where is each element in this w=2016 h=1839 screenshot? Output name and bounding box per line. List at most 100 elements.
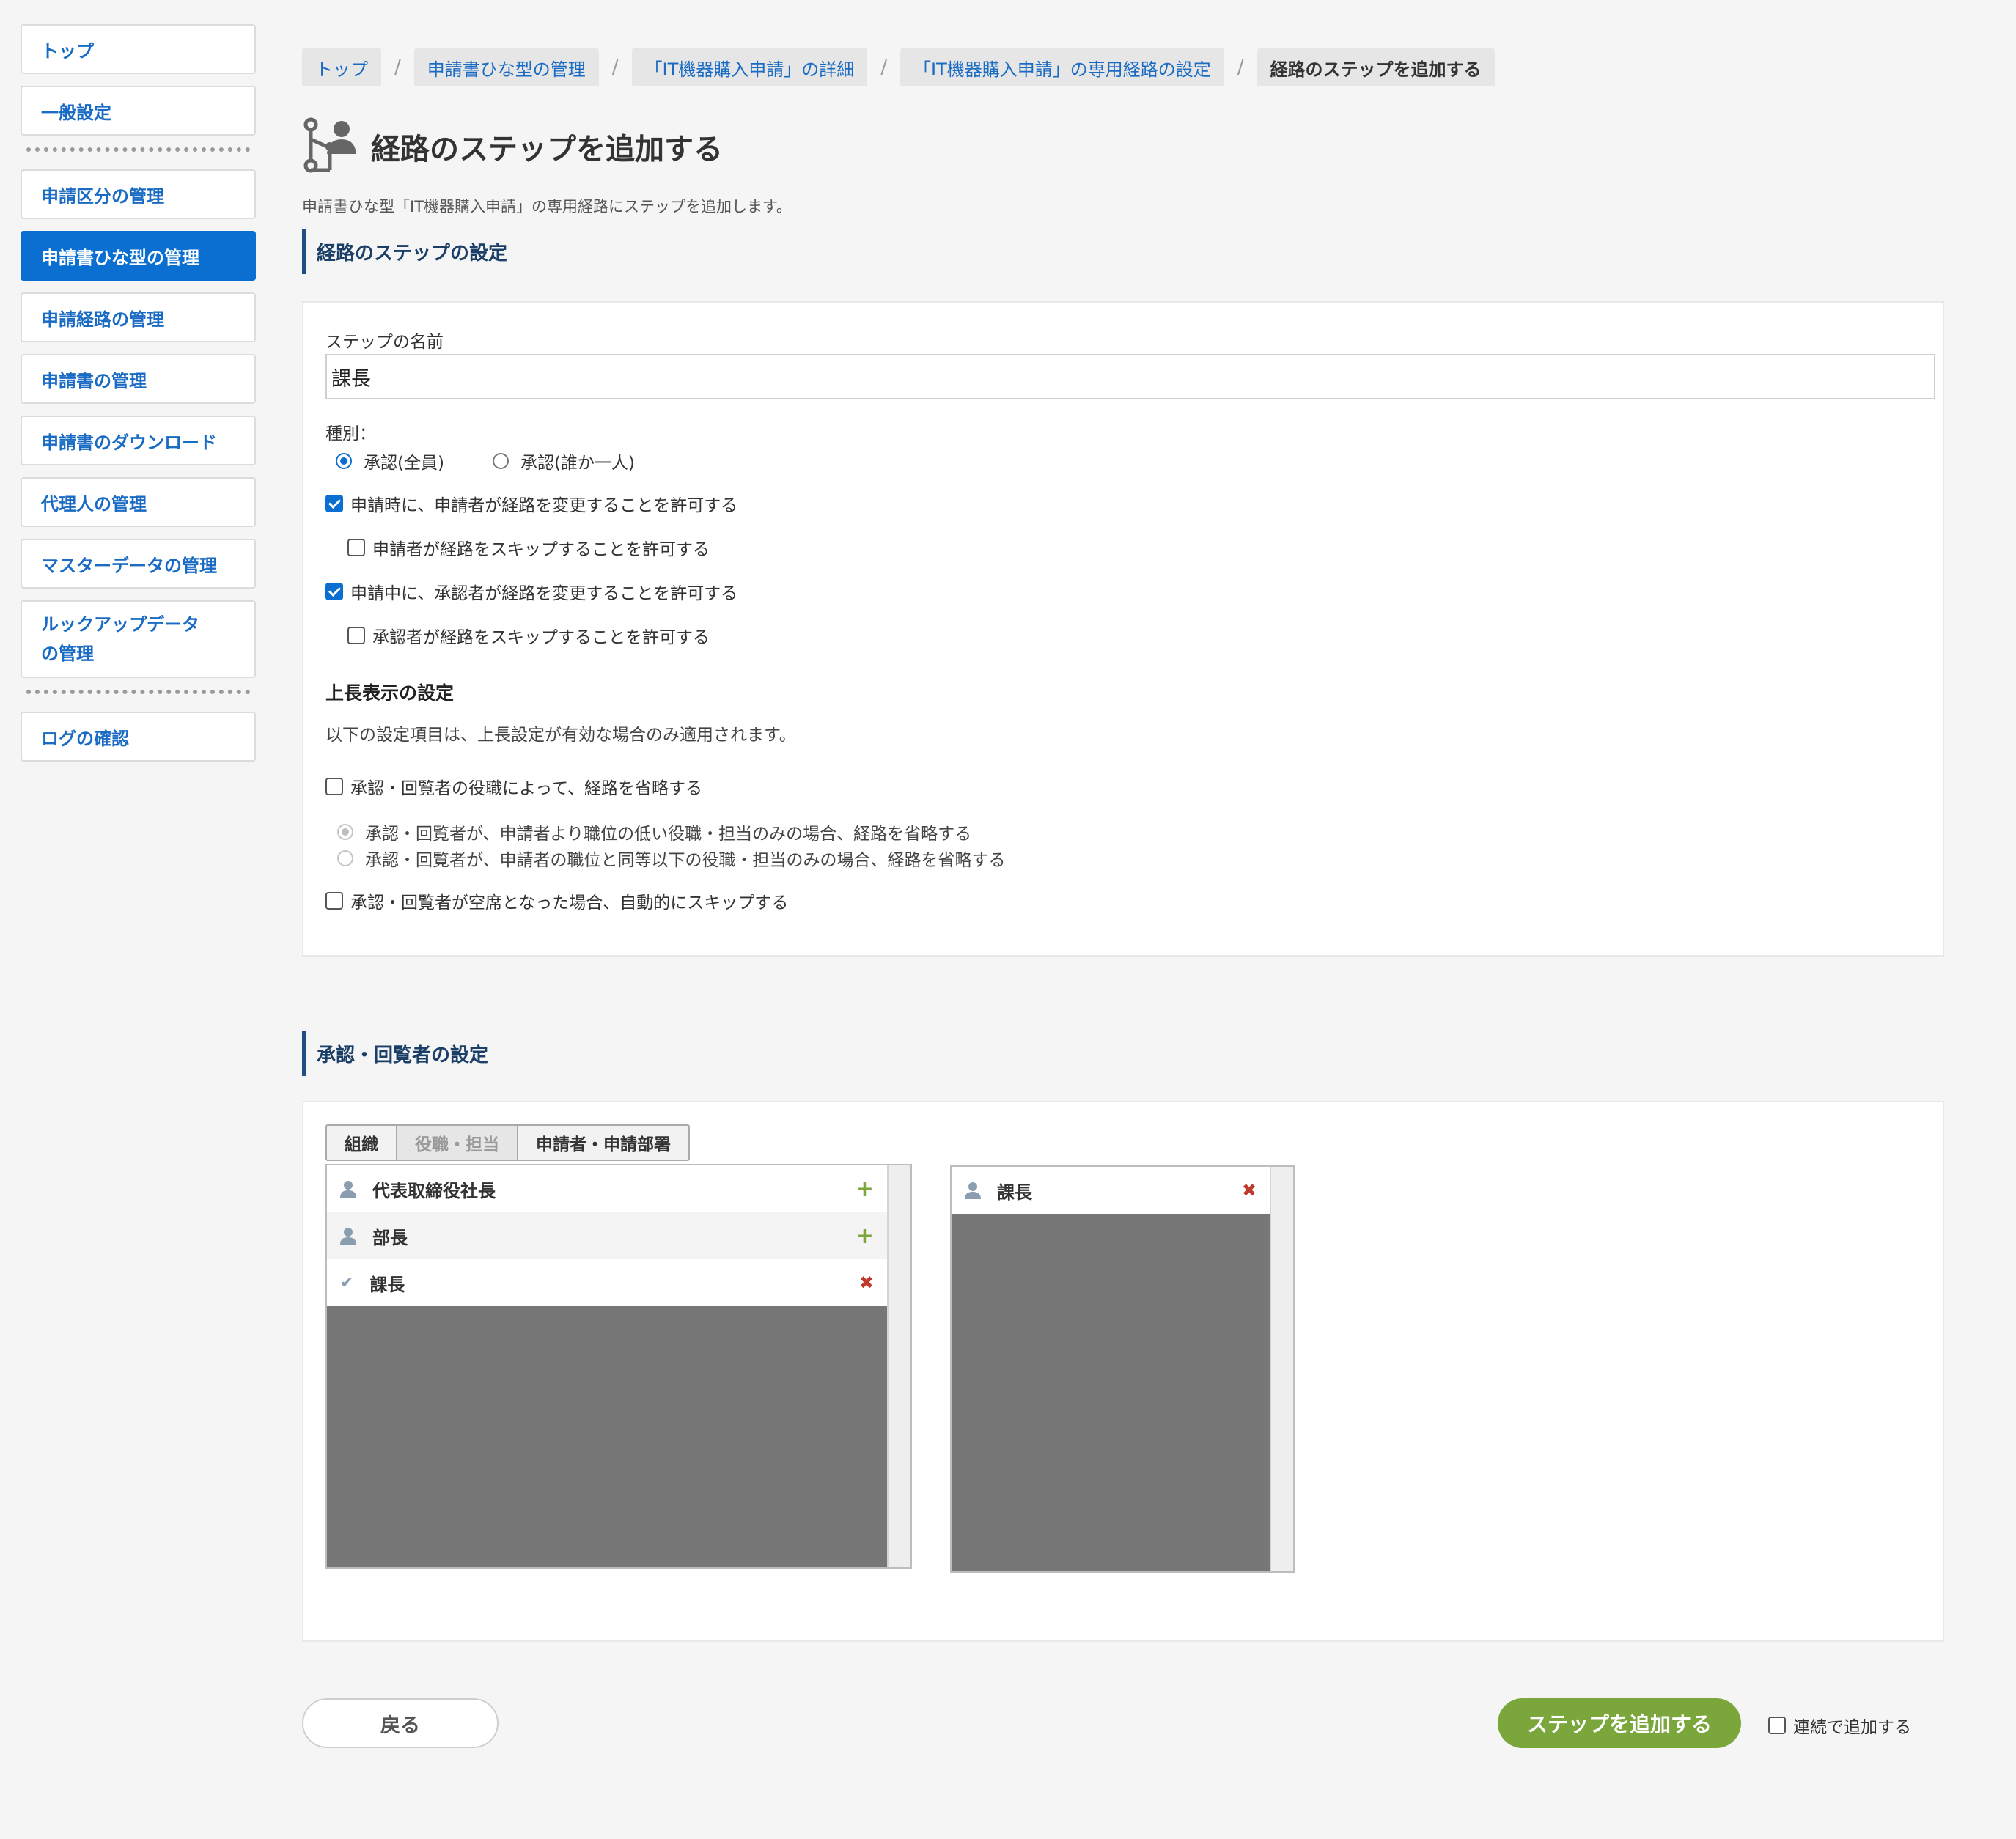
sidebar-item-master-data[interactable]: マスターデータの管理 bbox=[21, 539, 256, 589]
add-icon[interactable]: + bbox=[856, 1223, 874, 1249]
person-icon bbox=[340, 1228, 356, 1245]
selected-label: 課長 bbox=[997, 1182, 1032, 1203]
breadcrumb-item-templates[interactable]: 申請書ひな型の管理 bbox=[413, 48, 599, 86]
candidate-label: 代表取締役社長 bbox=[372, 1180, 496, 1201]
permission-applicant-skip-row: 申請者が経路をスキップすることを許可する bbox=[347, 535, 710, 560]
candidate-label: 課長 bbox=[369, 1274, 405, 1295]
permission-approver-skip-row: 承認者が経路をスキップすることを許可する bbox=[347, 623, 710, 648]
superior-settings-heading: 上長表示の設定 bbox=[325, 682, 455, 704]
breadcrumb-separator: / bbox=[611, 56, 619, 78]
remove-icon[interactable]: ✖ bbox=[859, 1272, 874, 1293]
auto-skip-row: 承認・回覧者が空席となった場合、自動的にスキップする bbox=[325, 888, 788, 913]
sidebar-item-label: 一般設定 bbox=[41, 102, 111, 123]
candidate-item[interactable]: 代表取締役社長 + bbox=[327, 1165, 887, 1212]
step-name-label: ステップの名前 bbox=[325, 333, 444, 352]
type-radio-all-label: 承認(全員) bbox=[364, 454, 444, 473]
tab-positions[interactable]: 役職・担当 bbox=[397, 1126, 518, 1160]
approver-settings-panel: 組織 役職・担当 申請者・申請部署 代表取締役社長 + 部長 + ✔ 課長 ✖ … bbox=[302, 1101, 1944, 1642]
auto-skip-label: 承認・回覧者が空席となった場合、自動的にスキップする bbox=[350, 893, 789, 913]
main-content: トップ / 申請書ひな型の管理 / 「IT機器購入申請」の詳細 / 「IT機器購… bbox=[302, 48, 1944, 1642]
omit-lower-label: 承認・回覧者が、申請者より職位の低い役職・担当のみの場合、経路を省略する bbox=[365, 825, 972, 844]
step-settings-panel: ステップの名前 課長 種別： 承認(全員) 承認(誰か一人) 申請時に、申請者が… bbox=[302, 301, 1944, 957]
step-name-input[interactable]: 課長 bbox=[325, 354, 1935, 399]
type-radio-all[interactable] bbox=[336, 453, 352, 469]
breadcrumb-item-current: 経路のステップを追加する bbox=[1257, 48, 1495, 86]
sidebar-item-label: 申請書ひな型の管理 bbox=[41, 247, 199, 268]
type-radio-any[interactable] bbox=[492, 453, 509, 469]
breadcrumb-separator: / bbox=[880, 56, 888, 78]
omit-by-position-label: 承認・回覧者の役職によって、経路を省略する bbox=[350, 779, 703, 798]
applicant-skip-checkbox[interactable] bbox=[347, 539, 365, 556]
approver-skip-checkbox[interactable] bbox=[347, 627, 365, 644]
sidebar-item-label: 申請区分の管理 bbox=[41, 185, 164, 207]
continuous-add-checkbox[interactable] bbox=[1768, 1717, 1786, 1734]
sidebar-item-label: 申請書の管理 bbox=[41, 370, 147, 391]
omit-equal-radio[interactable] bbox=[337, 850, 353, 866]
sidebar-item-logs[interactable]: ログの確認 bbox=[21, 712, 256, 762]
continuous-add-row: 連続で追加する bbox=[1768, 1713, 1911, 1738]
applicant-skip-label: 申請者が経路をスキップすることを許可する bbox=[372, 540, 710, 559]
candidate-list-scrollbar[interactable] bbox=[887, 1165, 910, 1567]
selected-list[interactable]: 課長 ✖ bbox=[950, 1165, 1295, 1573]
page-header: 経路のステップを追加する bbox=[302, 117, 1944, 176]
check-icon: ✔ bbox=[340, 1273, 354, 1292]
sidebar-item-label: 申請書のダウンロード bbox=[41, 432, 217, 453]
add-icon[interactable]: + bbox=[856, 1176, 874, 1202]
sidebar-item-routes[interactable]: 申請経路の管理 bbox=[21, 292, 256, 342]
type-radio-any-label: 承認(誰か一人) bbox=[520, 454, 635, 473]
tab-organization[interactable]: 組織 bbox=[327, 1126, 397, 1160]
breadcrumb-item-route-settings[interactable]: 「IT機器購入申請」の専用経路の設定 bbox=[900, 48, 1224, 86]
back-button[interactable]: 戻る bbox=[302, 1698, 499, 1748]
page-description: 申請書ひな型「IT機器購入申請」の専用経路にステップを追加します。 bbox=[302, 198, 792, 215]
type-label: 種別： bbox=[325, 424, 376, 443]
type-radio-group: 承認(全員) 承認(誰か一人) bbox=[325, 449, 635, 473]
permission-approver-change-row: 申請中に、承認者が経路を変更することを許可する bbox=[325, 579, 737, 604]
approver-change-label: 申請中に、承認者が経路を変更することを許可する bbox=[350, 584, 738, 603]
omit-equal-label: 承認・回覧者が、申請者の職位と同等以下の役職・担当のみの場合、経路を省略する bbox=[365, 851, 1006, 870]
omit-lower-radio[interactable] bbox=[337, 824, 353, 840]
sidebar-divider bbox=[26, 147, 250, 152]
sidebar-divider bbox=[26, 690, 250, 694]
approver-tabs: 組織 役職・担当 申請者・申請部署 bbox=[325, 1124, 690, 1161]
omit-lower-row: 承認・回覧者が、申請者より職位の低い役職・担当のみの場合、経路を省略する bbox=[337, 819, 971, 844]
remove-icon[interactable]: ✖ bbox=[1242, 1180, 1257, 1201]
permission-applicant-change-row: 申請時に、申請者が経路を変更することを許可する bbox=[325, 491, 737, 516]
omit-equal-row: 承認・回覧者が、申請者の職位と同等以下の役職・担当のみの場合、経路を省略する bbox=[337, 846, 1006, 871]
sidebar-item-proxies[interactable]: 代理人の管理 bbox=[21, 477, 256, 527]
sidebar-item-application-categories[interactable]: 申請区分の管理 bbox=[21, 169, 256, 219]
person-icon bbox=[965, 1182, 981, 1199]
sidebar-item-download[interactable]: 申請書のダウンロード bbox=[21, 416, 256, 465]
section-heading-step-settings: 経路のステップの設定 bbox=[302, 229, 1944, 274]
approver-change-checkbox[interactable] bbox=[325, 583, 343, 600]
candidate-list[interactable]: 代表取締役社長 + 部長 + ✔ 課長 ✖ bbox=[325, 1164, 912, 1569]
sidebar-item-top[interactable]: トップ bbox=[21, 24, 256, 74]
candidate-label: 部長 bbox=[372, 1227, 408, 1248]
sidebar-item-label: 代理人の管理 bbox=[41, 493, 147, 515]
sidebar-nav: トップ 一般設定 申請区分の管理 申請書ひな型の管理 申請経路の管理 申請書の管… bbox=[21, 24, 256, 773]
person-icon bbox=[340, 1181, 356, 1198]
selected-item[interactable]: 課長 ✖ bbox=[952, 1167, 1270, 1214]
sidebar-item-label: トップ bbox=[41, 40, 94, 62]
add-step-button[interactable]: ステップを追加する bbox=[1498, 1698, 1741, 1748]
applicant-change-checkbox[interactable] bbox=[325, 495, 343, 512]
sidebar-item-lookup-data[interactable]: ルックアップデータの管理 bbox=[21, 600, 256, 678]
omit-by-position-checkbox[interactable] bbox=[325, 778, 343, 795]
approver-skip-label: 承認者が経路をスキップすることを許可する bbox=[372, 628, 710, 647]
auto-skip-checkbox[interactable] bbox=[325, 892, 343, 910]
tab-applicant-department[interactable]: 申請者・申請部署 bbox=[518, 1126, 688, 1160]
breadcrumb-separator: / bbox=[394, 56, 401, 78]
sidebar-item-form-templates[interactable]: 申請書ひな型の管理 bbox=[21, 231, 256, 281]
breadcrumb-item-top[interactable]: トップ bbox=[302, 48, 381, 86]
breadcrumb-item-template-detail[interactable]: 「IT機器購入申請」の詳細 bbox=[631, 48, 868, 86]
candidate-item[interactable]: 部長 + bbox=[327, 1212, 887, 1259]
sidebar-item-general-settings[interactable]: 一般設定 bbox=[21, 86, 256, 136]
route-step-icon bbox=[303, 117, 356, 173]
applicant-change-label: 申請時に、申請者が経路を変更することを許可する bbox=[350, 496, 738, 515]
section-heading-approver-settings: 承認・回覧者の設定 bbox=[302, 1031, 757, 1076]
sidebar-item-applications[interactable]: 申請書の管理 bbox=[21, 354, 256, 404]
selected-list-scrollbar[interactable] bbox=[1270, 1167, 1293, 1571]
sidebar-item-label: ログの確認 bbox=[41, 728, 129, 749]
candidate-item[interactable]: ✔ 課長 ✖ bbox=[327, 1259, 887, 1306]
sidebar-item-label: マスターデータの管理 bbox=[41, 555, 217, 576]
continuous-add-label: 連続で追加する bbox=[1793, 1718, 1911, 1737]
